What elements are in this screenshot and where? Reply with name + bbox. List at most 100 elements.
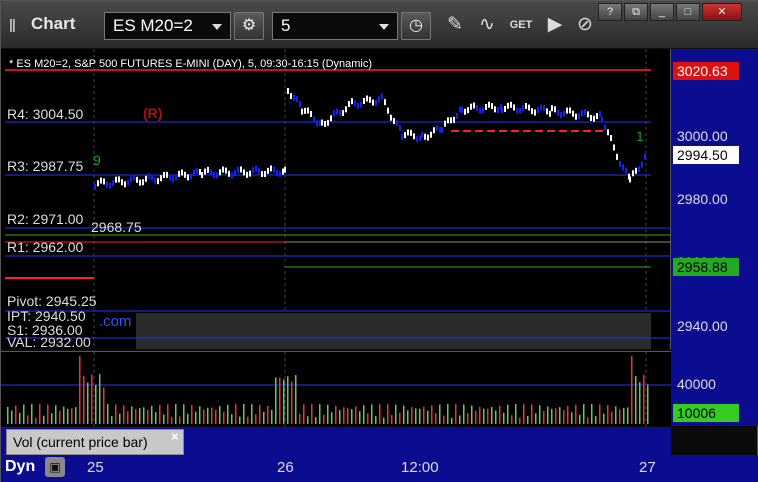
- price-bar: [467, 107, 469, 114]
- link-button[interactable]: ⧉: [624, 3, 648, 21]
- volume-bar: [443, 415, 445, 424]
- instrument-selector[interactable]: ES M20=2: [104, 12, 231, 40]
- price-bar: [464, 108, 466, 115]
- price-bar: [488, 101, 490, 108]
- maximize-button[interactable]: □: [676, 3, 700, 21]
- dyn-label[interactable]: Dyn: [5, 458, 35, 476]
- price-bar: [439, 126, 441, 133]
- volume-legend[interactable]: Vol (current price bar): [6, 429, 184, 455]
- price-bar: [363, 97, 365, 104]
- price-bar: [187, 174, 189, 181]
- indicator-icon[interactable]: ∿: [473, 11, 501, 39]
- interval-selector[interactable]: 5: [272, 12, 398, 40]
- compass-icon[interactable]: ⊘: [571, 11, 599, 39]
- volume-bar: [523, 404, 525, 424]
- volume-bar: [155, 412, 157, 424]
- price-bar: [252, 167, 254, 174]
- price-bar: [94, 183, 96, 190]
- price-bar: [441, 126, 443, 133]
- price-bar: [641, 161, 643, 168]
- price-bar: [461, 106, 463, 113]
- price-bar: [181, 169, 183, 176]
- help-button[interactable]: ?: [598, 3, 622, 21]
- price-bar: [327, 119, 329, 126]
- price-bar: [372, 99, 374, 106]
- price-bar: [596, 113, 598, 120]
- volume-bar: [23, 404, 25, 424]
- clock-button[interactable]: ◷: [401, 12, 431, 40]
- volume-bar: [191, 405, 193, 424]
- close-icon[interactable]: ×: [171, 429, 179, 444]
- lock-icon[interactable]: ▣: [45, 457, 65, 477]
- price-plot[interactable]: [1, 49, 671, 349]
- volume-bar: [575, 404, 577, 424]
- price-bar: [510, 101, 512, 108]
- price-bar: [619, 160, 621, 167]
- price-bar: [333, 110, 335, 117]
- play-icon[interactable]: ▶: [541, 11, 569, 39]
- price-bar: [190, 173, 192, 180]
- y-tick: 3000.00: [677, 128, 728, 144]
- volume-bar: [343, 407, 345, 424]
- price-bar: [366, 95, 368, 102]
- price-bar: [387, 107, 389, 114]
- price-bar: [629, 176, 631, 183]
- y-tick: 2940.00: [677, 318, 728, 334]
- price-bar: [304, 107, 306, 114]
- volume-bar: [347, 408, 349, 424]
- price-bar: [497, 107, 499, 114]
- close-button[interactable]: ✕: [702, 3, 742, 21]
- price-bar: [413, 133, 415, 140]
- volume-bar: [47, 404, 49, 424]
- price-bar: [169, 174, 171, 181]
- minimize-button[interactable]: _: [650, 3, 674, 21]
- level-val: VAL: 2932.00: [7, 334, 91, 350]
- price-bar: [196, 167, 198, 174]
- price-bar: [121, 179, 123, 186]
- volume-bar: [567, 405, 569, 424]
- price-bar: [160, 175, 162, 182]
- price-bar: [572, 110, 574, 117]
- volume-bar: [379, 404, 381, 424]
- pencil-icon[interactable]: ✎: [441, 11, 469, 39]
- volume-bar: [471, 405, 473, 424]
- price-bar: [293, 94, 295, 101]
- price-bar: [593, 115, 595, 122]
- settings-button[interactable]: ⚙: [234, 12, 264, 40]
- level-r3: R3: 2987.75: [7, 158, 84, 174]
- get-icon[interactable]: GET: [507, 11, 535, 39]
- price-bar: [258, 167, 260, 174]
- price-bar: [307, 107, 309, 114]
- price-bar: [470, 103, 472, 110]
- price-bar: [604, 124, 606, 131]
- price-bar: [613, 144, 615, 151]
- price-axis[interactable]: [671, 49, 758, 426]
- price-bar: [554, 106, 556, 113]
- price-bar: [360, 101, 362, 108]
- price-bar: [151, 174, 153, 181]
- volume-bar: [131, 406, 133, 424]
- volume-bar: [175, 404, 177, 424]
- volume-pane[interactable]: [1, 351, 671, 427]
- price-bar: [210, 168, 212, 175]
- price-bar: [575, 113, 577, 120]
- price-bar: [421, 131, 423, 138]
- price-bar: [610, 135, 612, 142]
- volume-bar: [243, 404, 245, 424]
- volume-bar: [335, 405, 337, 424]
- volume-bar: [259, 404, 261, 424]
- price-bar: [546, 108, 548, 115]
- volume-bar: [635, 375, 637, 424]
- price-bar: [109, 182, 111, 189]
- price-bar: [557, 109, 559, 116]
- volume-bar: [323, 414, 325, 424]
- pause-icon[interactable]: ||: [9, 16, 16, 32]
- price-bar: [447, 117, 449, 124]
- volume-bar: [627, 407, 629, 424]
- price-bar: [282, 168, 284, 175]
- clock-icon: ◷: [409, 17, 423, 34]
- price-bar: [525, 102, 527, 109]
- y-tick: 2980.00: [677, 191, 728, 207]
- price-bars: [94, 88, 646, 190]
- volume-bar: [31, 404, 33, 424]
